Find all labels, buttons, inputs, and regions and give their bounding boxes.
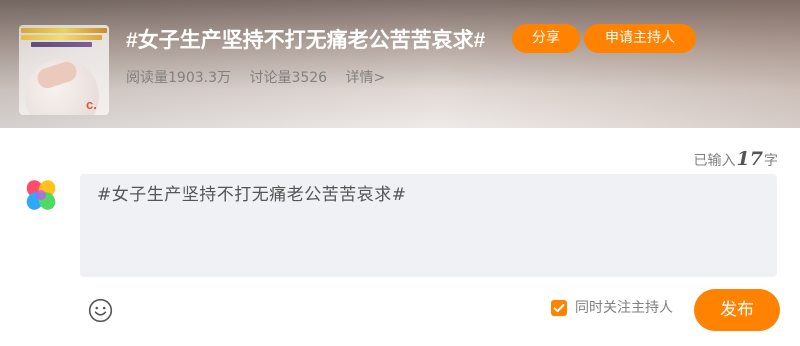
cover-watermark-icon: c. — [86, 97, 97, 112]
checkmark-icon — [553, 303, 565, 313]
cover-caption-strip — [21, 28, 107, 49]
topic-title: #女子生产坚持不打无痛老公苦苦哀求# — [126, 29, 486, 52]
follow-host-checkbox[interactable] — [551, 300, 567, 316]
topic-stats: 阅读量1903.3万 讨论量3526 详情> — [126, 68, 399, 88]
apply-host-button[interactable]: 申请主持人 — [584, 24, 696, 53]
discussion-count: 讨论量3526 — [249, 70, 328, 86]
compose-textarea[interactable]: #女子生产坚持不打无痛老公苦苦哀求# — [80, 174, 777, 277]
counter-value: 17 — [736, 148, 763, 170]
details-link[interactable]: 详情> — [346, 70, 386, 86]
topic-header-tint — [0, 0, 800, 128]
counter-suffix: 字 — [764, 153, 778, 169]
topic-cover-image[interactable]: c. — [19, 25, 109, 115]
char-counter: 已输入17字 — [694, 148, 778, 170]
smiley-face-icon[interactable] — [88, 298, 113, 323]
read-count: 阅读量1903.3万 — [126, 70, 231, 86]
colorful-clover-icon — [26, 180, 56, 210]
follow-host-label[interactable]: 同时关注主持人 — [575, 298, 673, 318]
publish-button[interactable]: 发布 — [694, 289, 780, 331]
counter-prefix: 已输入 — [693, 153, 736, 169]
share-button[interactable]: 分享 — [512, 24, 580, 53]
